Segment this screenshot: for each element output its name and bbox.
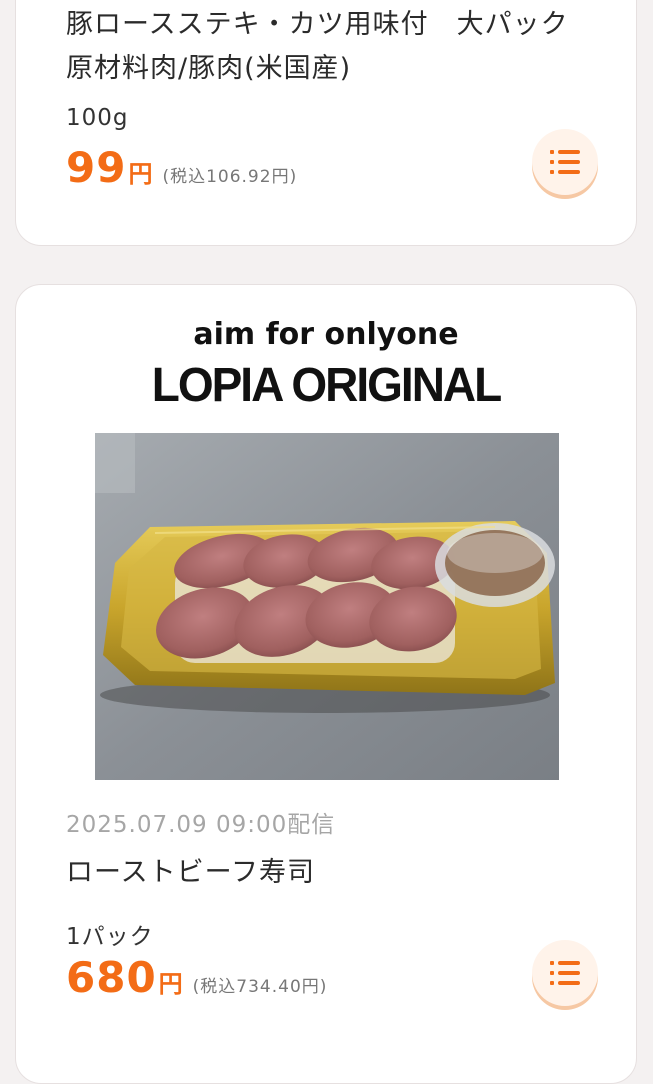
delivery-date: 2025.07.09 09:00配信 — [66, 812, 336, 838]
product-title: ローストビーフ寿司 — [66, 857, 316, 888]
tax-included-price: (税込734.40円) — [192, 977, 328, 997]
brand-tagline: aim for onlyone — [193, 317, 459, 352]
add-to-list-button[interactable] — [532, 129, 598, 195]
add-to-list-button[interactable] — [532, 940, 598, 1006]
price: 99 円 (税込106.92円) — [66, 143, 297, 192]
product-photo — [95, 433, 559, 780]
product-card[interactable]: 豚ロースステキ・カツ用味付 大パック 原材料肉/豚肉(米国産) 100g 99 … — [15, 0, 637, 246]
price-currency: 円 — [158, 970, 183, 998]
product-title: 豚ロースステキ・カツ用味付 大パック 原材料肉/豚肉(米国産) — [66, 9, 597, 84]
price-value: 99 — [66, 143, 127, 192]
price: 680 円 (税込734.40円) — [66, 953, 327, 1002]
price-currency: 円 — [128, 160, 153, 188]
tax-included-price: (税込106.92円) — [162, 167, 298, 187]
product-quantity: 1パック — [66, 924, 154, 950]
product-card[interactable]: aim for onlyone LOPIA ORIGINAL 2025.07.0… — [15, 284, 637, 1084]
list-icon — [550, 150, 580, 174]
product-quantity: 100g — [66, 105, 129, 131]
price-value: 680 — [66, 953, 157, 1002]
list-icon — [550, 961, 580, 985]
brand-logo: LOPIA ORIGINAL — [151, 356, 503, 412]
